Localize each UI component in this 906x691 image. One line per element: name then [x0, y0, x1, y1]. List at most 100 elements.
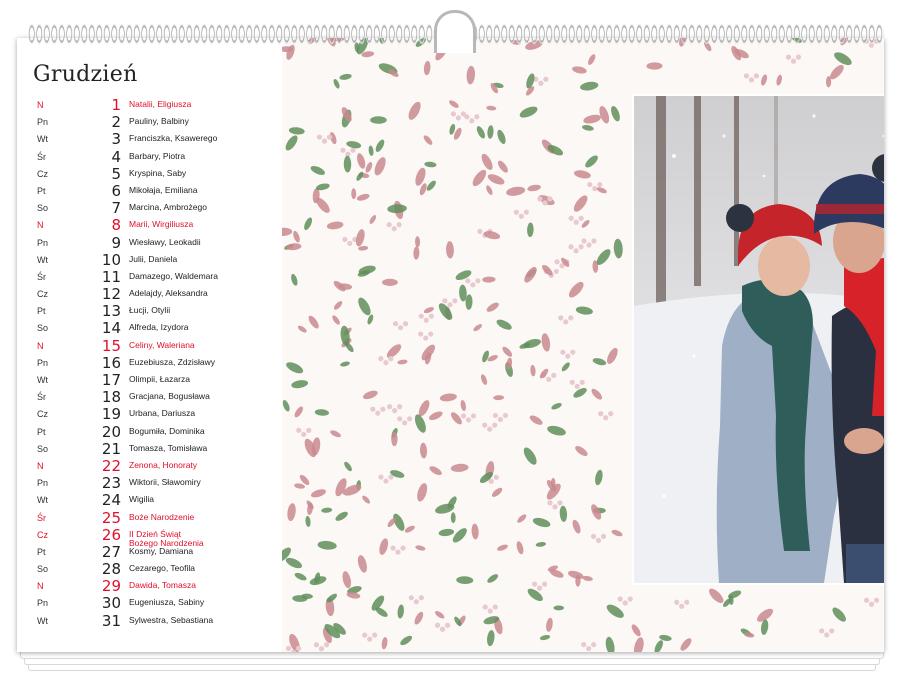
leaf	[415, 545, 426, 551]
leaf	[761, 74, 768, 86]
leaf	[572, 66, 587, 74]
leaf	[472, 169, 487, 187]
berry-cluster	[743, 73, 760, 83]
wall-hanger-hook	[434, 10, 476, 53]
weekday-label: Pn	[37, 117, 49, 128]
berry-cluster	[568, 215, 584, 225]
day-row: Cz 5 Kryspina, Saby	[17, 164, 282, 183]
berry-cluster	[362, 632, 378, 642]
leaf	[429, 466, 442, 476]
day-row: So 21 Tomasza, Tomisława	[17, 440, 282, 458]
nameday-names: Barbary, Piotra	[129, 150, 186, 161]
leaf	[429, 411, 443, 421]
photo-couple-in-snow	[634, 96, 884, 583]
leaf	[506, 186, 526, 196]
leaf	[476, 126, 485, 139]
day-number: 29	[101, 577, 121, 596]
leaf	[423, 307, 434, 314]
weekday-label: Pn	[37, 237, 49, 248]
berry-cluster	[547, 500, 563, 510]
berry-cluster	[408, 595, 424, 605]
leaf	[631, 624, 641, 637]
weekday-label: Śr	[37, 392, 46, 403]
leaf	[481, 153, 493, 170]
leaf	[343, 155, 352, 173]
weekday-label: Wt	[37, 375, 48, 385]
leaf	[286, 362, 304, 374]
weekday-label: N	[37, 340, 44, 351]
day-row: Pt 13 Łucji, Otylii	[17, 302, 282, 320]
berry-cluster	[785, 54, 802, 64]
day-row: Śr 25 Boże Narodzenie	[17, 509, 282, 527]
nameday-names: Franciszka, Ksawerego	[129, 133, 218, 144]
day-row: So 28 Cezarego, Teofila	[17, 560, 282, 578]
day-number: 3	[111, 130, 121, 149]
leaf	[517, 514, 527, 523]
day-row: Pn 2 Pauliny, Balbiny	[17, 113, 282, 132]
leaf	[559, 505, 568, 522]
day-number: 30	[101, 594, 121, 613]
leaf	[450, 463, 469, 472]
leaf	[346, 141, 362, 149]
berry-cluster	[581, 641, 597, 652]
leaf	[452, 528, 467, 543]
leaf	[502, 346, 513, 357]
nameday-names: Cezarego, Teofila	[129, 563, 195, 574]
nameday-names: Mikołaja, Emiliana	[129, 184, 198, 195]
weekday-label: Cz	[37, 529, 48, 540]
leaf	[304, 217, 313, 230]
day-row: Pn 30 Eugeniusza, Sabiny	[17, 594, 282, 613]
leaf	[417, 483, 428, 502]
leaf	[297, 325, 307, 333]
month-title: Grudzień	[33, 62, 138, 87]
day-number: 5	[111, 164, 121, 183]
leaf	[486, 302, 499, 312]
leaf	[400, 635, 413, 646]
day-number: 12	[101, 285, 121, 304]
leaf	[308, 315, 319, 329]
leaf	[282, 227, 293, 237]
leaf	[330, 430, 341, 438]
berry-cluster	[313, 642, 330, 652]
leaf	[493, 395, 505, 401]
day-row: Wt 3 Franciszka, Ksawerego	[17, 130, 282, 149]
leaf	[438, 528, 455, 537]
leaf	[423, 135, 433, 145]
leaf	[294, 572, 307, 581]
berry-cluster	[342, 236, 358, 247]
leaf	[387, 204, 407, 214]
leaf	[487, 174, 505, 185]
leaf	[293, 230, 300, 243]
weekday-label: So	[37, 443, 49, 454]
leaf	[553, 605, 565, 611]
leaf	[397, 604, 404, 619]
leaf	[310, 166, 325, 175]
leaf	[611, 105, 620, 122]
weekday-label: Pt	[37, 426, 46, 437]
berry-cluster	[617, 596, 633, 606]
leaf	[321, 507, 333, 513]
day-row: Pn 16 Euzebiusza, Zdzisławy	[17, 354, 282, 372]
day-number: 31	[101, 611, 121, 630]
leaf	[585, 155, 598, 168]
leaf	[339, 73, 352, 80]
leaf	[599, 106, 610, 124]
weekday-label: Pt	[37, 185, 46, 196]
leaf	[582, 575, 593, 582]
day-row: Wt 24 Wigilia	[17, 491, 282, 509]
day-number: 2	[111, 113, 121, 132]
day-number: 15	[101, 336, 121, 355]
berry-cluster	[558, 315, 574, 325]
leaf	[606, 604, 624, 618]
leaf	[487, 630, 495, 647]
leaf	[580, 81, 599, 91]
leaf	[516, 541, 524, 555]
leaf	[285, 135, 298, 151]
leaf	[561, 362, 570, 372]
berry-cluster	[390, 545, 406, 555]
day-row: N 1 Natalii, Eligiusza	[17, 96, 282, 114]
berry-cluster	[340, 147, 356, 157]
leaf	[633, 637, 644, 652]
day-row: Cz 26 II Dzień Świąt Bożego Narodzenia	[17, 526, 282, 548]
nameday-names: Marcina, Ambrożego	[129, 202, 207, 213]
